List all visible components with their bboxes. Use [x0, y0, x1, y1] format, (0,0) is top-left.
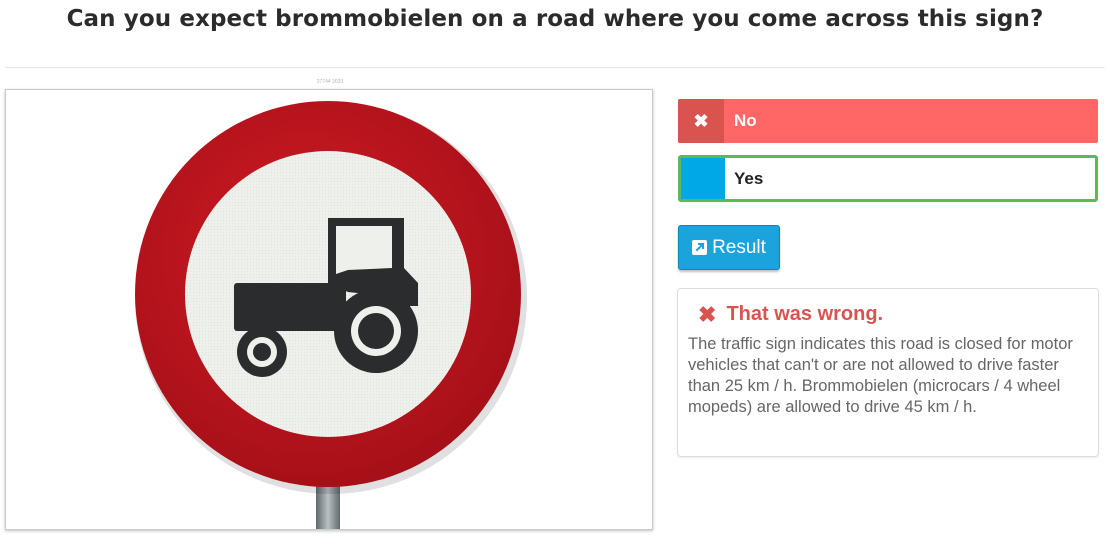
traffic-sign-image	[135, 101, 527, 529]
answer-option-yes[interactable]: Yes	[678, 155, 1098, 202]
divider	[5, 67, 1105, 68]
answer-label: Yes	[734, 168, 764, 188]
question-image	[5, 89, 653, 530]
feedback-explanation: The traffic sign indicates this road is …	[688, 335, 1073, 416]
result-button-label: Result	[712, 236, 766, 258]
image-caption: 27744 3033	[316, 79, 344, 85]
close-icon: ✖	[698, 301, 717, 327]
quiz-page: Can you expect brommobielen on a road wh…	[0, 0, 1110, 552]
close-icon: ✖	[678, 99, 724, 143]
answer-marker	[681, 158, 725, 199]
feedback-panel: ✖ That was wrong. The traffic sign indic…	[677, 288, 1099, 457]
answer-label: No	[734, 111, 757, 130]
feedback-title: That was wrong.	[726, 303, 884, 325]
answer-option-no[interactable]: ✖ No	[678, 99, 1098, 143]
external-link-icon	[692, 240, 708, 255]
feedback-heading: ✖ That was wrong.	[688, 303, 1078, 326]
question-title: Can you expect brommobielen on a road wh…	[66, 6, 1044, 32]
result-button[interactable]: Result	[678, 225, 780, 270]
